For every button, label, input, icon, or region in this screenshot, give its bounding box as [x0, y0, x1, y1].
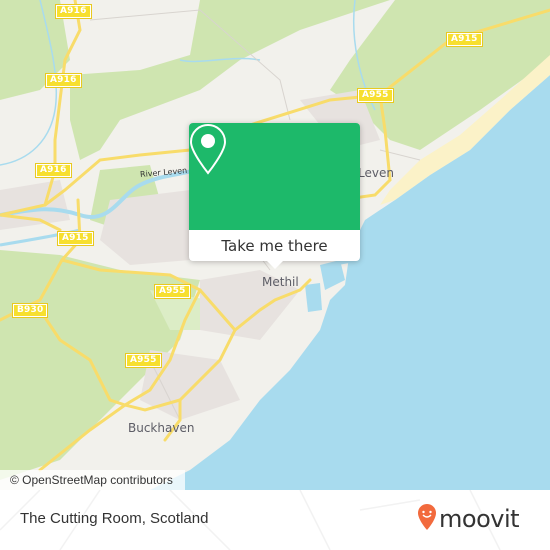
- road-label-a915: A915: [57, 231, 94, 246]
- map[interactable]: A916 A916 A916 A915 A915 A955 A955 A955 …: [0, 0, 550, 490]
- popup-tail: [267, 261, 283, 269]
- moovit-logo[interactable]: moovit: [417, 503, 520, 535]
- road-label-a916: A916: [55, 4, 92, 19]
- place-label-buckhaven: Buckhaven: [128, 421, 195, 435]
- moovit-pin-icon: [417, 503, 437, 535]
- place-label-methil: Methil: [262, 275, 299, 289]
- road-label-a916: A916: [35, 163, 72, 178]
- road-label-a955: A955: [357, 88, 394, 103]
- place-label-leven: Leven: [358, 166, 394, 180]
- take-me-there-button[interactable]: Take me there: [189, 230, 360, 261]
- place-title: The Cutting Room, Scotland: [20, 510, 209, 527]
- road-label-a955: A955: [154, 284, 191, 299]
- road-label-a955: A955: [125, 353, 162, 368]
- road-label-a916: A916: [45, 73, 82, 88]
- road-label-b930: B930: [11, 303, 49, 318]
- popup-header: [189, 123, 360, 230]
- road-label-a915: A915: [446, 32, 483, 47]
- map-attribution[interactable]: © OpenStreetMap contributors: [0, 470, 185, 490]
- location-popup: Take me there: [189, 123, 360, 269]
- moovit-wordmark: moovit: [439, 505, 520, 533]
